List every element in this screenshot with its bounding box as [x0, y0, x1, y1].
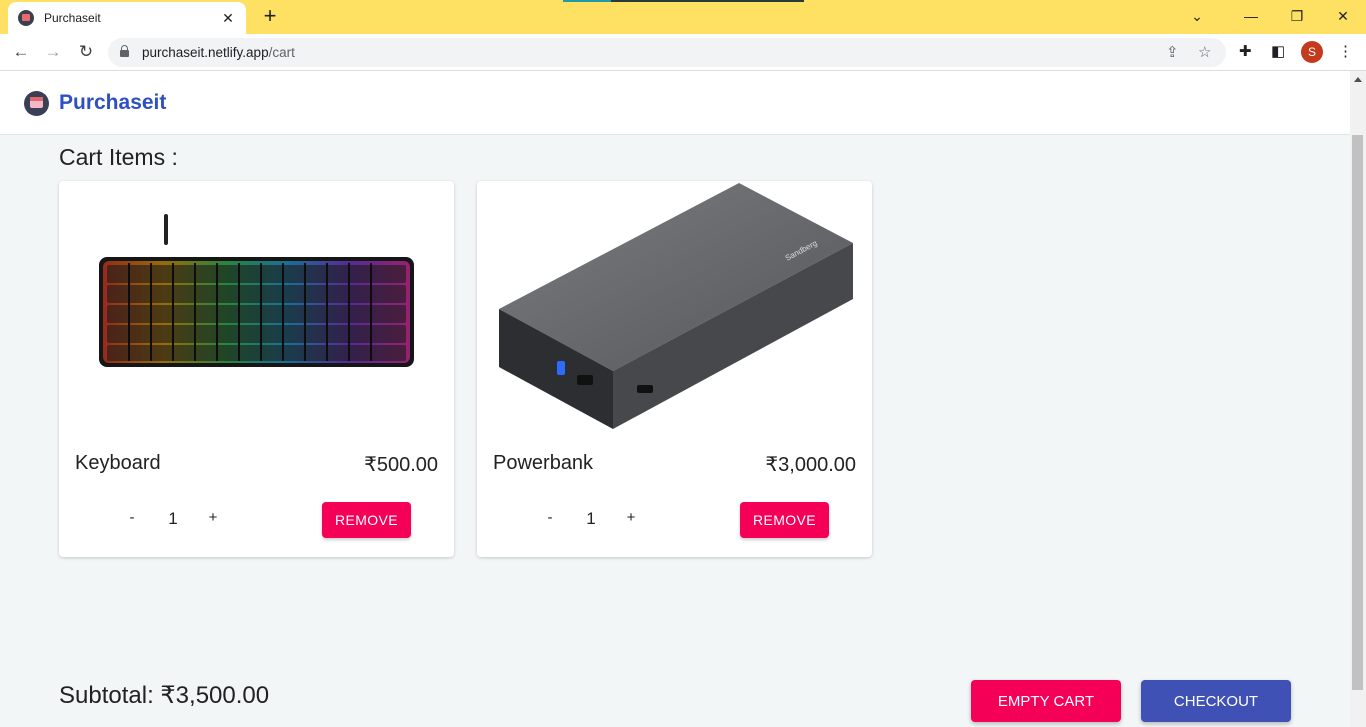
new-tab-icon[interactable]: +: [258, 5, 282, 27]
window-controls: ⌄ — ❐ ✕: [1182, 0, 1366, 32]
cart-item-card: Keyboard ₹500.00 - 1 + REMOVE: [59, 181, 454, 557]
product-name: Powerbank: [493, 452, 594, 474]
product-price: ₹3,000.00: [765, 454, 856, 476]
decrease-quantity-button[interactable]: -: [122, 509, 142, 526]
url-path: /cart: [268, 45, 295, 60]
tab-strip-accent-2: [563, 0, 611, 2]
page-scrollbar[interactable]: [1350, 71, 1366, 727]
menu-icon[interactable]: ⋮: [1338, 42, 1353, 60]
side-panel-icon[interactable]: ◧: [1271, 42, 1285, 60]
forward-icon[interactable]: →: [40, 39, 66, 65]
remove-item-button[interactable]: REMOVE: [740, 502, 829, 538]
app-header: Purchaseit: [0, 71, 1350, 135]
browser-tab[interactable]: Purchaseit ✕: [8, 2, 246, 34]
share-icon[interactable]: ⇪: [1166, 43, 1179, 61]
star-icon[interactable]: ☆: [1198, 43, 1211, 61]
scroll-up-icon[interactable]: [1354, 77, 1362, 82]
site-favicon-icon: [18, 10, 34, 26]
extensions-icon[interactable]: ✚: [1239, 42, 1252, 60]
tab-title: Purchaseit: [44, 11, 101, 25]
cart-subtotal: Subtotal: ₹3,500.00: [59, 682, 270, 709]
back-icon[interactable]: ←: [8, 39, 34, 65]
address-bar[interactable]: purchaseit.netlify.app/cart ⇪ ☆: [108, 38, 1226, 67]
increase-quantity-button[interactable]: +: [203, 509, 223, 526]
increase-quantity-button[interactable]: +: [621, 509, 641, 526]
cart-item-card: Sandberg Powerbank ₹3,000.00 - 1 + REMOV…: [477, 181, 872, 557]
quantity-value: 1: [168, 509, 178, 528]
profile-avatar[interactable]: S: [1301, 41, 1323, 63]
product-image: [59, 181, 454, 431]
store-logo-icon[interactable]: [24, 91, 49, 116]
lock-icon[interactable]: [120, 45, 129, 57]
window-close-icon[interactable]: ✕: [1320, 0, 1366, 32]
product-name: Keyboard: [75, 452, 161, 474]
cart-heading: Cart Items :: [59, 144, 178, 170]
scrollbar-thumb[interactable]: [1352, 135, 1363, 690]
tab-search-icon[interactable]: ⌄: [1182, 0, 1212, 32]
minimize-icon[interactable]: —: [1228, 0, 1274, 32]
product-image: Sandberg: [477, 181, 872, 431]
empty-cart-button[interactable]: EMPTY CART: [971, 680, 1121, 722]
browser-toolbar: ← → ↻ purchaseit.netlify.app/cart ⇪ ☆ ✚ …: [0, 34, 1366, 71]
product-price: ₹500.00: [364, 454, 438, 476]
remove-item-button[interactable]: REMOVE: [322, 502, 411, 538]
checkout-button[interactable]: CHECKOUT: [1141, 680, 1291, 722]
page-content: Purchaseit Cart Items : Keyboard ₹500.00…: [0, 71, 1350, 727]
url-text[interactable]: purchaseit.netlify.app/cart: [142, 45, 295, 60]
quantity-value: 1: [586, 509, 596, 528]
browser-tab-strip: Purchaseit ✕ + ⌄ — ❐ ✕: [0, 0, 1366, 34]
close-icon[interactable]: ✕: [220, 10, 236, 27]
reload-icon[interactable]: ↻: [73, 39, 99, 65]
decrease-quantity-button[interactable]: -: [540, 509, 560, 526]
url-host: purchaseit.netlify.app: [142, 45, 269, 60]
brand-name[interactable]: Purchaseit: [59, 91, 166, 115]
restore-icon[interactable]: ❐: [1274, 0, 1320, 32]
